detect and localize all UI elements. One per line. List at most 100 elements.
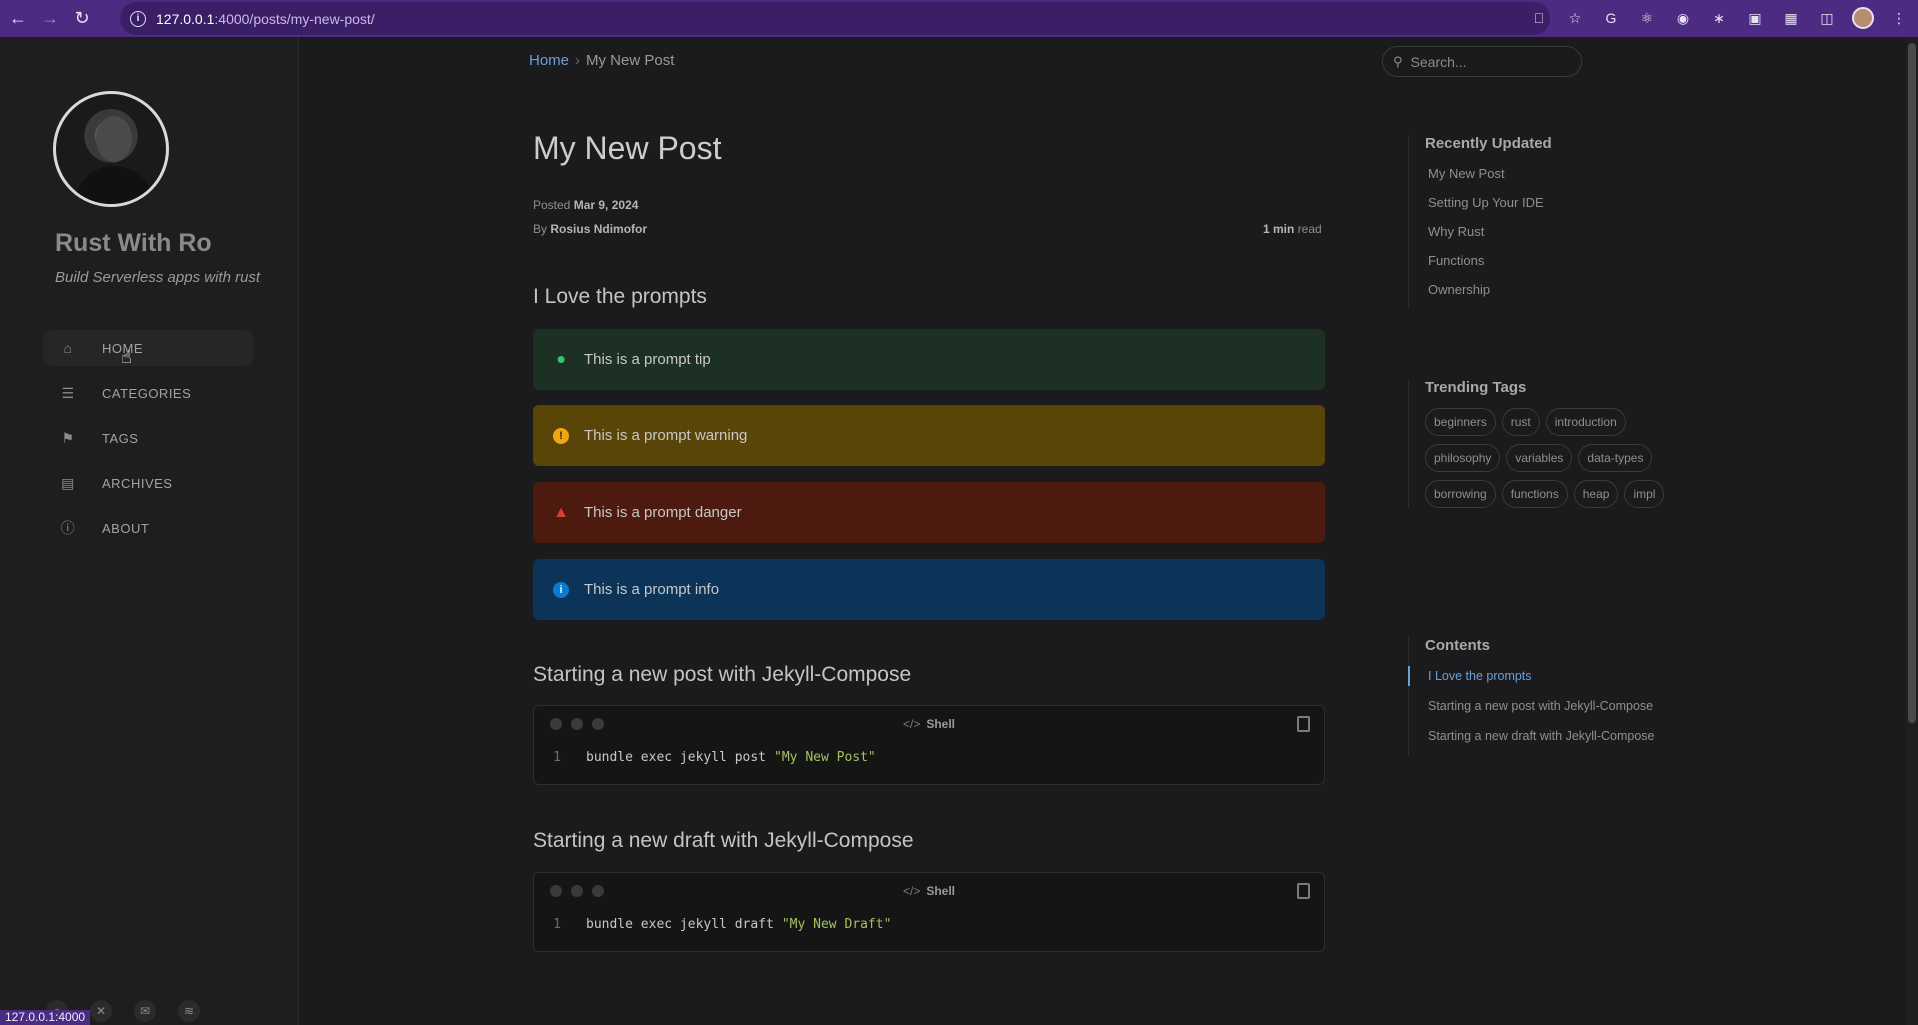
tags-icon: ⚑ — [61, 429, 75, 446]
code-language: </> Shell — [903, 717, 955, 731]
recent-item[interactable]: Why Rust — [1425, 222, 1552, 251]
react-devtools-icon[interactable]: ⚛ — [1636, 7, 1658, 29]
url-host: 127.0.0.1 — [156, 10, 215, 27]
browser-toolbar: ← → ↻ i 127.0.0.1:4000/posts/my-new-post… — [0, 0, 1918, 37]
side-panel-icon[interactable]: ◫ — [1816, 7, 1838, 29]
copy-clipboard-icon[interactable] — [1297, 716, 1310, 732]
rss-icon[interactable]: ≋ — [178, 1000, 200, 1022]
recent-item[interactable]: My New Post — [1425, 164, 1552, 193]
code-line: 1 bundle exec jekyll post "My New Post" — [534, 742, 1324, 772]
tag-chip[interactable]: data-types — [1578, 444, 1653, 472]
recent-item[interactable]: Functions — [1425, 251, 1552, 280]
section-heading-new-draft[interactable]: Starting a new draft with Jekyll-Compose — [533, 829, 914, 853]
hand-cursor-icon: ☝ — [121, 347, 132, 367]
tag-chip[interactable]: impl — [1624, 480, 1665, 508]
code-command: bundle exec jekyll post — [586, 749, 767, 765]
nav-item-tags[interactable]: ⚑ TAGS — [43, 420, 254, 456]
prompt-text: This is a prompt tip — [584, 351, 711, 368]
read-label: read — [1297, 222, 1322, 236]
bookmark-star-icon[interactable]: ☆ — [1564, 7, 1586, 29]
nav-item-archives[interactable]: ▤ ARCHIVES — [43, 465, 254, 501]
toc-item[interactable]: Starting a new draft with Jekyll-Compose — [1425, 726, 1654, 756]
info-circle-icon: i — [553, 581, 569, 598]
extensions-puzzle-icon[interactable]: ▦ — [1780, 7, 1802, 29]
nav-item-label: TAGS — [102, 430, 139, 446]
tag-chip[interactable]: borrowing — [1425, 480, 1496, 508]
tag-chip[interactable]: variables — [1506, 444, 1573, 472]
search-input[interactable] — [1410, 53, 1561, 70]
link-status-bar: 127.0.0.1:4000 — [0, 1010, 91, 1025]
code-language-label: Shell — [926, 717, 956, 731]
prompt-text: This is a prompt danger — [584, 504, 742, 521]
code-language-label: Shell — [926, 884, 956, 898]
email-icon[interactable]: ✉ — [134, 1000, 156, 1022]
extension-code-icon[interactable]: ∗ — [1708, 7, 1730, 29]
tag-chip[interactable]: beginners — [1425, 408, 1496, 436]
line-number: 1 — [553, 749, 561, 765]
toc-item[interactable]: Starting a new post with Jekyll-Compose — [1425, 696, 1654, 726]
tag-list: beginners rust introduction philosophy v… — [1425, 408, 1665, 508]
trending-tags-title: Trending Tags — [1425, 379, 1527, 396]
copy-clipboard-icon[interactable] — [1297, 883, 1310, 899]
recent-item[interactable]: Ownership — [1425, 280, 1552, 309]
code-string: "My New Draft" — [781, 916, 892, 932]
address-bar[interactable]: i 127.0.0.1:4000/posts/my-new-post/ — [120, 2, 1550, 35]
search-box[interactable]: ⚲ — [1382, 46, 1582, 77]
code-block-new-draft: </> Shell 1 bundle exec jekyll draft "My… — [533, 872, 1325, 952]
search-icon: ⚲ — [1393, 53, 1403, 69]
prompt-info: i This is a prompt info — [533, 559, 1325, 620]
sidebar: Rust With Ro Build Serverless apps with … — [0, 37, 299, 1025]
by-label: By — [533, 222, 548, 236]
recently-updated-title: Recently Updated — [1425, 135, 1552, 152]
code-command: bundle exec jekyll draft — [586, 916, 774, 932]
reload-icon[interactable]: ↻ — [68, 5, 96, 33]
section-heading-prompts[interactable]: I Love the prompts — [533, 285, 707, 309]
posted-date[interactable]: Mar 9, 2024 — [574, 198, 639, 212]
page-scrollbar[interactable] — [1906, 37, 1918, 1025]
trending-tags-panel: Trending Tags beginners rust introductio… — [1408, 379, 1665, 508]
site-info-icon[interactable]: i — [130, 10, 146, 27]
nav-item-home[interactable]: ⌂ HOME — [43, 330, 254, 366]
window-dots — [550, 718, 604, 730]
post-author: By Rosius Ndimofor — [533, 222, 647, 236]
code-header: </> Shell — [534, 873, 1324, 909]
tag-chip[interactable]: heap — [1573, 480, 1619, 508]
danger-triangle-icon: ▲ — [553, 503, 569, 521]
profile-avatar[interactable] — [53, 91, 169, 207]
nav-item-categories[interactable]: ☰ CATEGORIES — [43, 375, 254, 411]
site-title[interactable]: Rust With Ro — [55, 229, 212, 258]
recently-updated-panel: Recently Updated My New Post Setting Up … — [1408, 135, 1552, 309]
code-language: </> Shell — [903, 884, 955, 898]
prompt-text: This is a prompt warning — [584, 427, 748, 444]
extension-doc-icon[interactable]: ▣ — [1744, 7, 1766, 29]
extension-circle-icon[interactable]: ◉ — [1672, 7, 1694, 29]
toc-item[interactable]: I Love the prompts — [1407, 666, 1654, 696]
warning-icon: ! — [553, 427, 569, 444]
tag-chip[interactable]: philosophy — [1425, 444, 1501, 472]
author-name[interactable]: Rosius Ndimofor — [550, 222, 647, 236]
lightbulb-icon: ⚫ — [554, 351, 568, 369]
post-date: Posted Mar 9, 2024 — [533, 198, 638, 212]
prompt-tip: ⚫ This is a prompt tip — [533, 329, 1325, 390]
x-twitter-icon[interactable]: ✕ — [90, 1000, 112, 1022]
line-number: 1 — [553, 916, 561, 932]
code-line: 1 bundle exec jekyll draft "My New Draft… — [534, 909, 1324, 939]
tag-chip[interactable]: introduction — [1545, 408, 1626, 436]
prompt-text: This is a prompt info — [584, 581, 720, 598]
code-icon: </> — [902, 717, 921, 731]
toc-title: Contents — [1425, 637, 1490, 654]
recent-item[interactable]: Setting Up Your IDE — [1425, 193, 1552, 222]
post-title: My New Post — [533, 130, 722, 166]
browser-menu-icon[interactable]: ⋮ — [1888, 7, 1910, 29]
scrollbar-thumb[interactable] — [1908, 43, 1916, 723]
tag-chip[interactable]: rust — [1501, 408, 1540, 436]
section-heading-new-post[interactable]: Starting a new post with Jekyll-Compose — [533, 663, 911, 687]
forward-icon[interactable]: → — [36, 5, 64, 33]
browser-profile-avatar[interactable] — [1852, 7, 1874, 29]
install-app-icon[interactable]: ⎕ — [1528, 7, 1550, 29]
nav-item-about[interactable]: ⓘ ABOUT — [43, 510, 254, 546]
tag-chip[interactable]: functions — [1501, 480, 1568, 508]
back-icon[interactable]: ← — [4, 5, 32, 33]
grammarly-icon[interactable]: G — [1600, 7, 1622, 29]
breadcrumb-home-link[interactable]: Home — [529, 52, 569, 69]
